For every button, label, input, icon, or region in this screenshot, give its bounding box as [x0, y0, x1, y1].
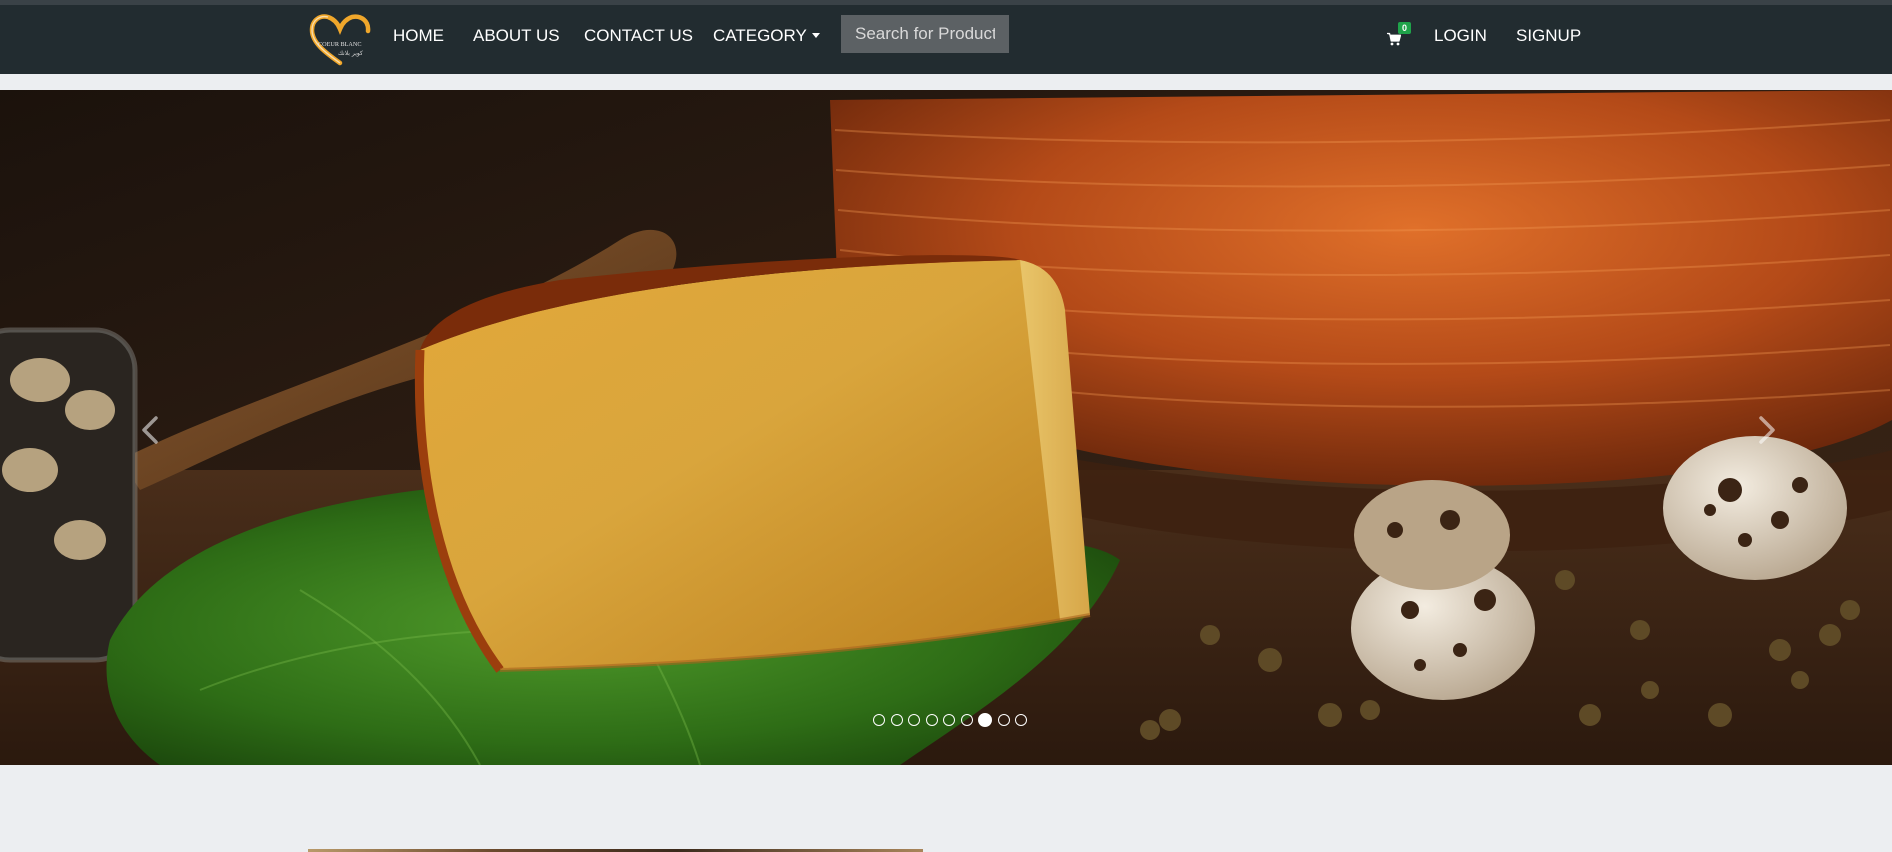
carousel-indicator-dot[interactable] [908, 714, 920, 726]
carousel-indicator-dot[interactable] [890, 714, 903, 726]
brand-tagline: كوير بلانك [338, 50, 363, 57]
nav-about-us[interactable]: ABOUT US [473, 5, 560, 74]
carousel-indicator-dot[interactable] [978, 713, 992, 727]
carousel-indicator-dot[interactable] [873, 714, 885, 726]
carousel-indicator-dot[interactable] [943, 714, 955, 726]
nav-home[interactable]: HOME [393, 5, 444, 74]
heart-logo-icon: COEUR BLANC كوير بلانك [309, 14, 371, 66]
search-input[interactable] [841, 15, 1009, 53]
nav-category-dropdown[interactable]: CATEGORY [713, 5, 820, 74]
cart-button[interactable]: 0 [1387, 22, 1417, 56]
nav-login[interactable]: LOGIN [1434, 5, 1487, 74]
navbar-container: COEUR BLANC كوير بلانك HOME ABOUT US CON… [308, 5, 1581, 74]
brand-logo[interactable]: COEUR BLANC كوير بلانك [308, 13, 374, 67]
shopping-cart-icon [1387, 32, 1401, 46]
navbar: COEUR BLANC كوير بلانك HOME ABOUT US CON… [0, 5, 1892, 74]
carousel-indicator-dot[interactable] [925, 714, 938, 726]
cart-count-badge: 0 [1398, 22, 1411, 34]
carousel-indicator-dot[interactable] [997, 714, 1010, 726]
nav-contact-us[interactable]: CONTACT US [584, 5, 693, 74]
brand-name: COEUR BLANC [318, 41, 362, 48]
chevron-left-icon[interactable] [132, 410, 172, 450]
carousel-indicators [873, 713, 1027, 727]
carousel-indicator-dot[interactable] [960, 714, 973, 726]
caret-down-icon [811, 33, 820, 38]
nav-category-label: CATEGORY [713, 26, 807, 45]
cheese-slide-image [0, 90, 1892, 765]
chevron-right-icon[interactable] [1745, 410, 1785, 450]
nav-signup[interactable]: SIGNUP [1516, 5, 1581, 74]
hero-carousel [0, 90, 1892, 765]
carousel-indicator-dot[interactable] [1015, 714, 1027, 726]
